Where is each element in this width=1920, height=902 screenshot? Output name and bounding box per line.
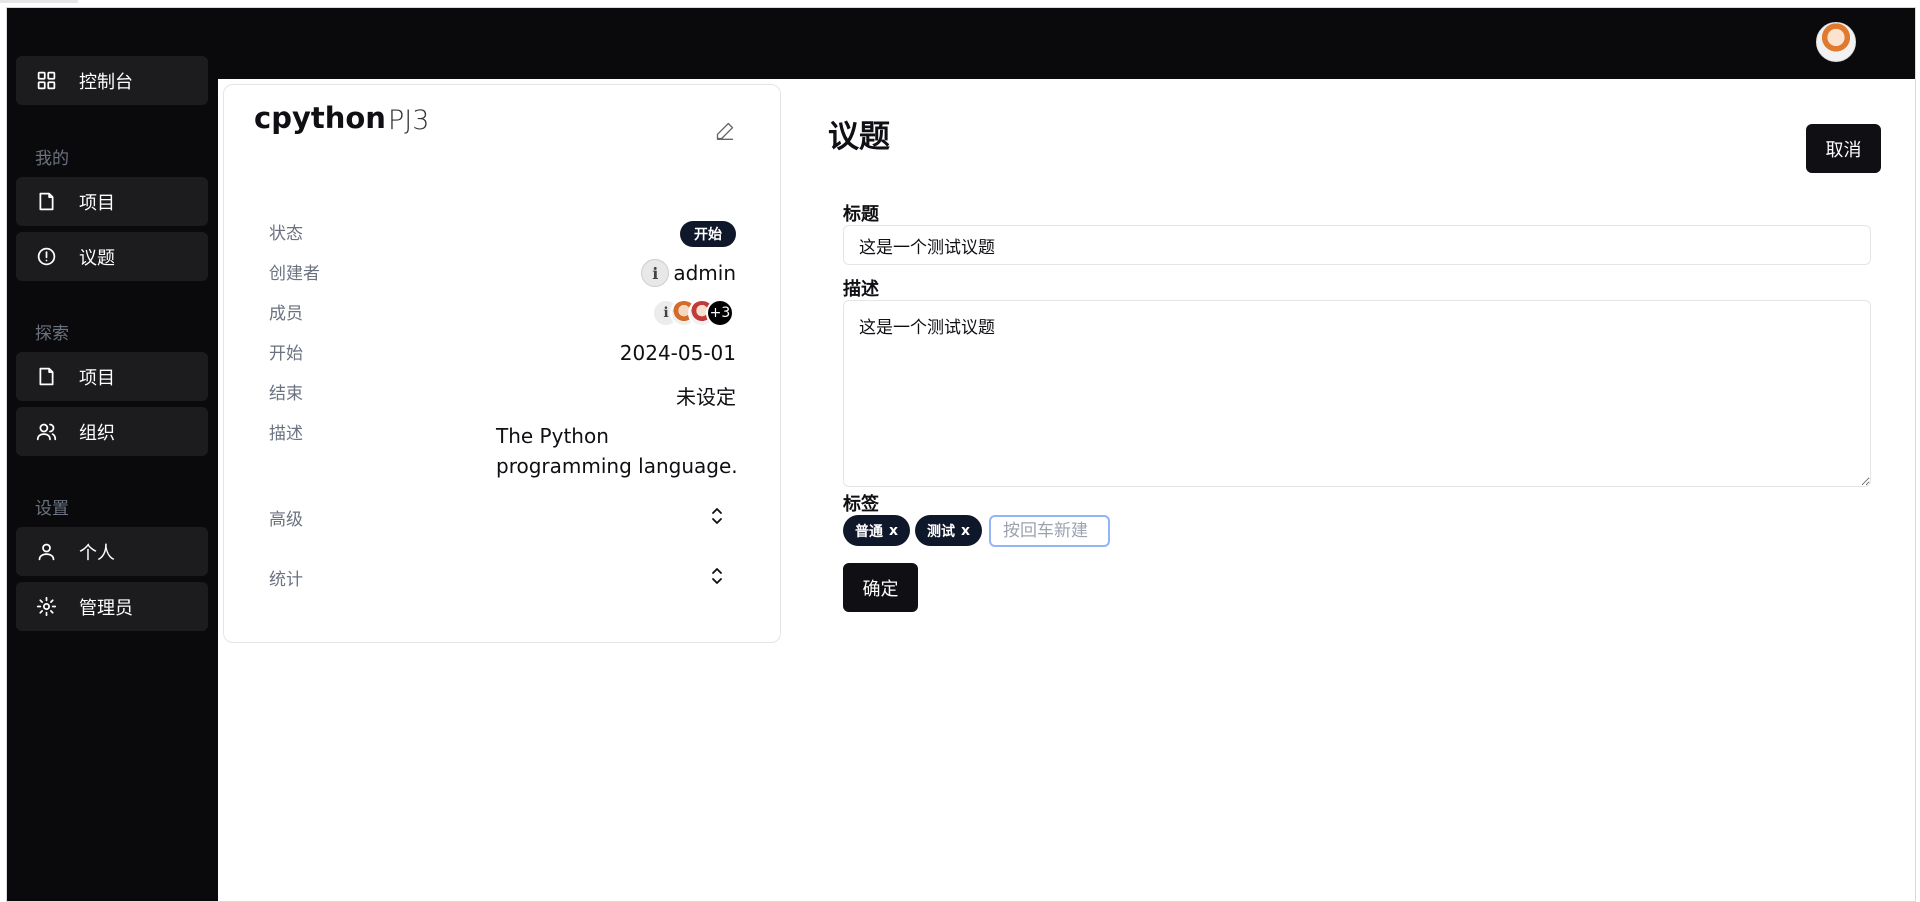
description-label: 描述: [269, 424, 303, 444]
tags-field-label: 标签: [843, 494, 879, 515]
sidebar-item-label: 议题: [79, 247, 115, 269]
new-tag-input[interactable]: [989, 515, 1110, 547]
sidebar-item-label: 项目: [79, 367, 115, 389]
creator-label: 创建者: [269, 264, 320, 284]
members-avatars[interactable]: ℹ +3: [652, 299, 734, 327]
file-icon: [39, 192, 54, 211]
sidebar-item-label: 项目: [79, 192, 115, 214]
sidebar-item-label: 组织: [79, 422, 115, 444]
issue-description-textarea[interactable]: 这是一个测试议题: [843, 300, 1871, 487]
stats-toggle-label[interactable]: 统计: [269, 565, 303, 590]
sidebar: 控制台 我的 项目 议题 探索 项目 组织 设置 个人 管理员: [7, 8, 218, 901]
tag-label: 普通: [855, 523, 883, 540]
description-field-label: 描述: [843, 279, 879, 300]
project-key: PJ3: [388, 105, 430, 136]
advanced-toggle-label[interactable]: 高级: [269, 505, 303, 530]
sidebar-group-settings: 设置: [35, 499, 69, 519]
issue-form-heading: 议题: [828, 119, 890, 155]
top-bar: [7, 8, 1915, 79]
sidebar-group-mine: 我的: [35, 149, 69, 169]
end-date: 未设定: [676, 385, 736, 409]
gear-icon: [36, 596, 57, 617]
sidebar-item-my-projects[interactable]: 项目: [16, 177, 208, 226]
tag-label: 测试: [927, 523, 955, 540]
sidebar-item-explore-projects[interactable]: 项目: [16, 352, 208, 401]
browser-tab-stub: [0, 0, 78, 3]
start-date: 2024-05-01: [619, 341, 736, 365]
tag-remove-button[interactable]: x: [961, 523, 970, 539]
end-label: 结束: [269, 384, 303, 404]
tag-chip: 测试 x: [915, 515, 983, 546]
file-icon: [39, 367, 54, 386]
chevron-up-down-icon[interactable]: [709, 565, 725, 587]
project-info-card: cpython PJ3 状态 开始 创建者 ℹ admin 成员 ℹ +3 开始…: [223, 84, 781, 643]
status-label: 状态: [269, 224, 303, 244]
tag-remove-button[interactable]: x: [889, 523, 898, 539]
sidebar-item-my-issues[interactable]: 议题: [16, 232, 208, 281]
cancel-button[interactable]: 取消: [1806, 124, 1881, 173]
users-icon: [36, 423, 57, 441]
main-content: cpython PJ3 状态 开始 创建者 ℹ admin 成员 ℹ +3 开始…: [218, 79, 1915, 901]
chevron-up-down-icon[interactable]: [709, 505, 725, 527]
sidebar-item-label: 管理员: [79, 597, 133, 619]
members-more-badge: +3: [706, 299, 734, 327]
members-label: 成员: [269, 304, 303, 324]
sidebar-item-organizations[interactable]: 组织: [16, 407, 208, 456]
start-label: 开始: [269, 344, 303, 364]
tag-chip: 普通 x: [843, 515, 911, 546]
project-name: cpython: [254, 101, 386, 135]
grid-icon: [37, 71, 56, 90]
app-window: 控制台 我的 项目 议题 探索 项目 组织 设置 个人 管理员 cpython …: [6, 7, 1916, 902]
title-field-label: 标题: [843, 204, 879, 225]
project-description: The Python programming language.: [496, 424, 738, 478]
sidebar-item-label: 控制台: [79, 71, 133, 93]
issue-title-input[interactable]: [843, 225, 1871, 265]
user-avatar-icon[interactable]: [1816, 22, 1856, 62]
sidebar-item-label: 个人: [79, 542, 115, 564]
pencil-icon[interactable]: [715, 121, 735, 141]
avatar: ℹ: [641, 259, 670, 287]
creator-value: ℹ admin: [641, 259, 736, 287]
sidebar-item-personal[interactable]: 个人: [16, 527, 208, 576]
creator-name: admin: [673, 261, 736, 285]
sidebar-group-explore: 探索: [35, 324, 69, 344]
confirm-button[interactable]: 确定: [843, 563, 918, 612]
user-icon: [38, 543, 55, 561]
sidebar-item-admin[interactable]: 管理员: [16, 582, 208, 631]
status-badge: 开始: [680, 221, 736, 247]
sidebar-item-dashboard[interactable]: 控制台: [16, 56, 208, 105]
alert-circle-icon: [37, 247, 56, 266]
